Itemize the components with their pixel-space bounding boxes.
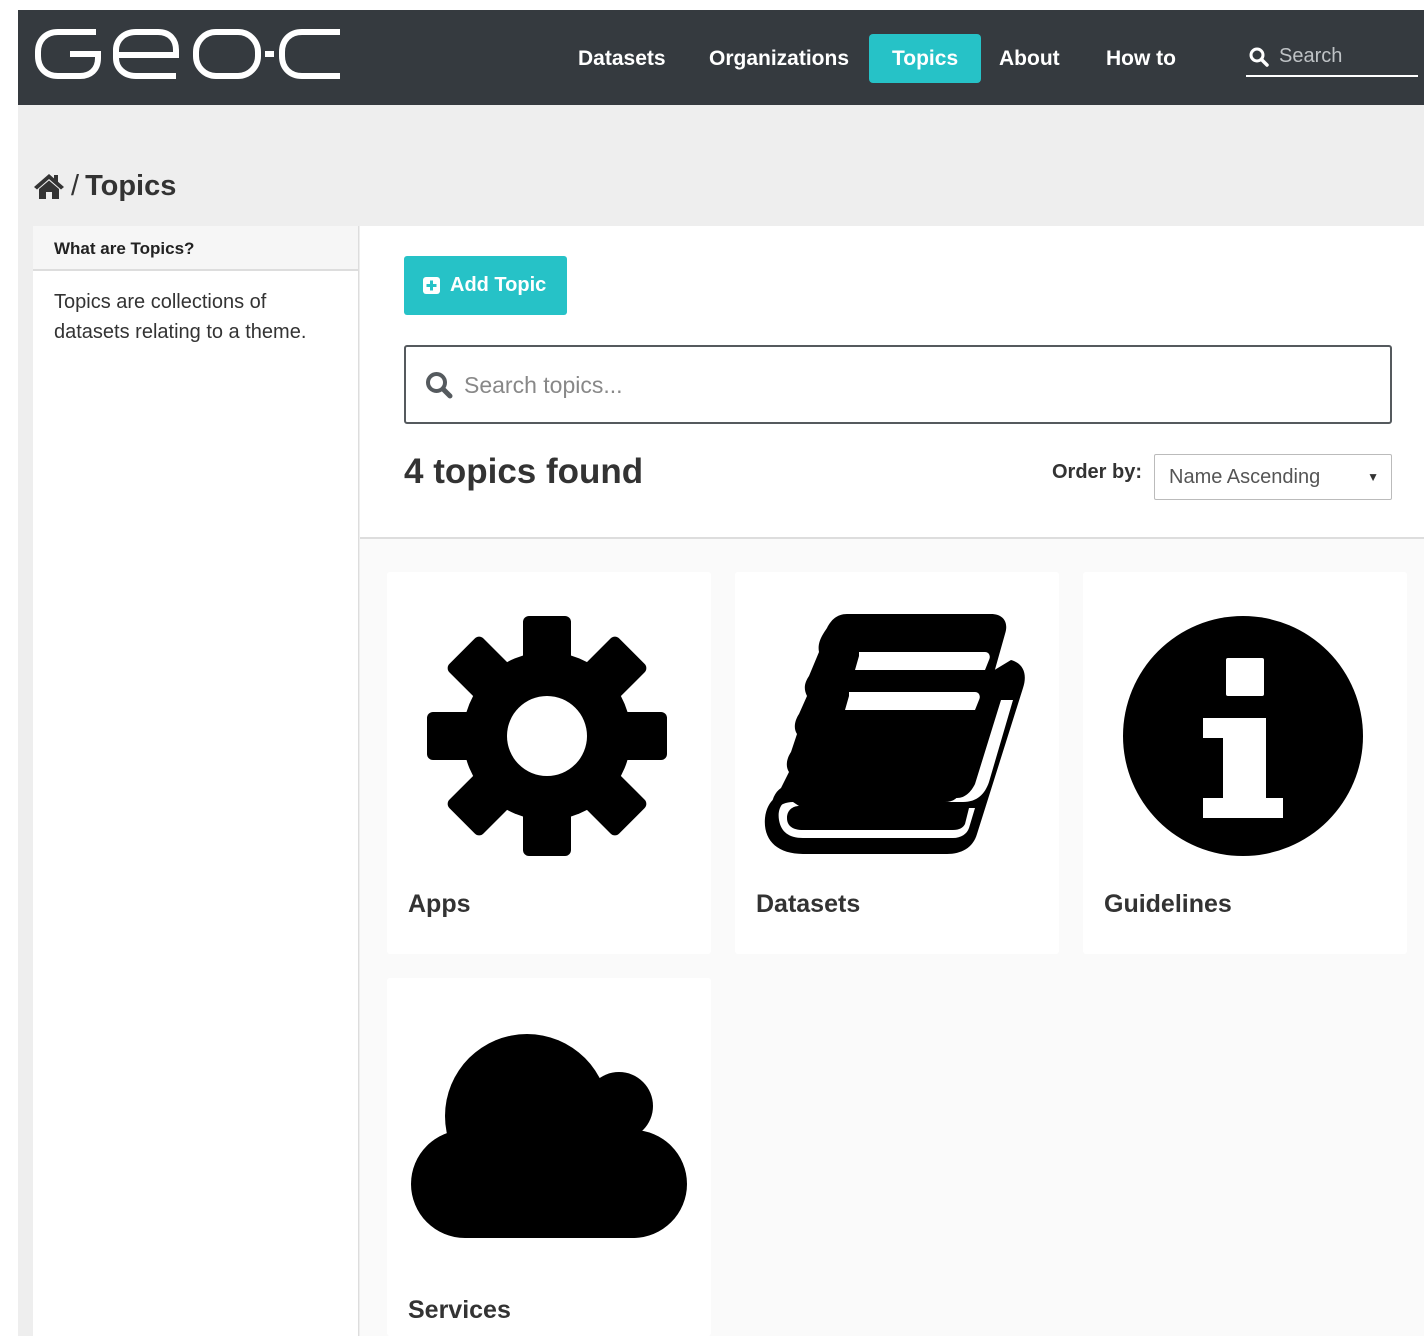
- topic-icon-area: [1083, 572, 1407, 872]
- search-icon: [426, 372, 453, 399]
- topics-toolbar: Add Topic 4 topics found Order by: Name …: [360, 226, 1424, 539]
- add-topic-label: Add Topic: [450, 274, 547, 296]
- topic-title[interactable]: Services: [408, 1296, 511, 1325]
- home-icon[interactable]: [33, 172, 65, 200]
- sidebar-description: Topics are collections of datasets relat…: [54, 291, 307, 343]
- main-content: Add Topic 4 topics found Order by: Name …: [360, 226, 1424, 1336]
- topic-title[interactable]: Guidelines: [1104, 890, 1232, 919]
- nav-datasets[interactable]: Datasets: [578, 34, 666, 83]
- topic-icon-area: [387, 978, 711, 1278]
- sidebar-heading: What are Topics?: [33, 226, 358, 271]
- info-icon: [1123, 616, 1363, 856]
- breadcrumb: / Topics: [33, 168, 176, 204]
- add-topic-button[interactable]: Add Topic: [404, 256, 567, 315]
- plus-square-icon: [423, 277, 440, 294]
- geo-c-logo[interactable]: [34, 28, 344, 80]
- order-by-select[interactable]: Name Ascending ▼: [1154, 454, 1392, 500]
- nav-topics[interactable]: Topics: [869, 34, 982, 83]
- nav-organizations[interactable]: Organizations: [709, 34, 849, 83]
- breadcrumb-current[interactable]: Topics: [85, 170, 176, 203]
- topic-search-box: [404, 345, 1392, 424]
- nav-how-to[interactable]: How to: [1106, 34, 1176, 83]
- cloud-icon: [411, 1034, 687, 1238]
- sidebar: What are Topics? Topics are collections …: [33, 226, 359, 1336]
- top-navbar: Datasets Organizations Topics About How …: [18, 10, 1424, 105]
- topic-title[interactable]: Apps: [408, 890, 471, 919]
- topic-icon-area: [735, 572, 1059, 872]
- gear-icon: [427, 616, 667, 856]
- breadcrumb-separator: /: [71, 169, 80, 202]
- topic-search-input[interactable]: [464, 365, 1364, 405]
- topic-card-datasets[interactable]: Datasets: [735, 572, 1059, 954]
- topic-card-services[interactable]: Services: [387, 978, 711, 1336]
- topic-icon-area: [387, 572, 711, 872]
- topic-card-guidelines[interactable]: Guidelines: [1083, 572, 1407, 954]
- topic-title[interactable]: Datasets: [756, 890, 860, 919]
- nav-about[interactable]: About: [999, 34, 1060, 83]
- order-by-label: Order by:: [1052, 461, 1143, 483]
- caret-down-icon: ▼: [1367, 470, 1379, 484]
- order-by-value: Name Ascending: [1169, 466, 1321, 488]
- header-search: [1246, 40, 1418, 77]
- header-search-input[interactable]: [1279, 42, 1415, 70]
- book-icon: [764, 614, 1025, 854]
- page: Datasets Organizations Topics About How …: [18, 10, 1424, 1336]
- results-count: 4 topics found: [404, 452, 644, 491]
- search-icon[interactable]: [1249, 47, 1269, 67]
- topic-card-apps[interactable]: Apps: [387, 572, 711, 954]
